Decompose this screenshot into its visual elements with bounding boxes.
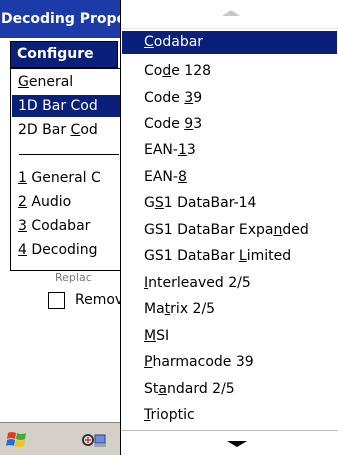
menu-item-trioptic[interactable]: Trioptic	[122, 404, 337, 427]
menu-item-msi[interactable]: MSI	[122, 325, 337, 348]
menu-item-1d-barcodes[interactable]: 1D Bar Cod	[12, 95, 124, 117]
menu-item-ean-13[interactable]: EAN-13	[122, 139, 337, 162]
network-status-icon[interactable]	[80, 431, 108, 449]
menu-item-codabar[interactable]: Codabar	[122, 31, 337, 54]
menu-item-gs1-databar-14[interactable]: GS1 DataBar-14	[122, 192, 337, 215]
menu-item-audio[interactable]: 2 Audio	[12, 191, 124, 213]
background-partial-label: Replac	[55, 271, 92, 284]
menu-item-ean-8[interactable]: EAN-8	[122, 166, 337, 189]
menu-separator	[19, 154, 119, 155]
menu-item-standard-2-5[interactable]: Standard 2/5	[122, 378, 337, 401]
menu-item-code-93[interactable]: Code 93	[122, 113, 337, 136]
menu-item-matrix-2-5[interactable]: Matrix 2/5	[122, 298, 337, 321]
menu-item-interleaved-2-5[interactable]: Interleaved 2/5	[122, 272, 337, 295]
scroll-down-button[interactable]	[121, 430, 338, 456]
barcode-symbology-menu: Codabar Code 128 Code 39 Code 93 EAN-13 …	[120, 0, 338, 456]
configure-label: Configure	[17, 46, 94, 62]
scroll-down-arrow-icon	[227, 441, 247, 447]
menu-item-2d-barcodes[interactable]: 2D Bar Cod	[12, 119, 124, 141]
menu-item-general[interactable]: General	[12, 71, 124, 93]
menu-item-code-128[interactable]: Code 128	[122, 60, 337, 83]
menu-item-codabar[interactable]: 3 Codabar	[12, 215, 124, 237]
configure-menu-button[interactable]: Configure	[10, 41, 118, 68]
remove-checkbox-label: Remov	[75, 292, 124, 308]
menu-item-gs1-databar-expanded[interactable]: GS1 DataBar Expanded	[122, 219, 337, 242]
menu-item-general-config[interactable]: 1 General C	[12, 167, 124, 189]
windows-start-icon[interactable]	[6, 429, 28, 449]
menu-item-code-39[interactable]: Code 39	[122, 87, 337, 110]
menu-item-decoding[interactable]: 4 Decoding	[12, 239, 124, 261]
scroll-up-button[interactable]	[121, 0, 338, 29]
scroll-up-arrow-icon	[222, 10, 240, 16]
menu-item-pharmacode-39[interactable]: Pharmacode 39	[122, 351, 337, 374]
remove-checkbox[interactable]	[48, 292, 65, 309]
menu-item-gs1-databar-limited[interactable]: GS1 DataBar Limited	[122, 245, 337, 268]
configure-menu: General 1D Bar Cod 2D Bar Cod 1 General …	[10, 68, 125, 271]
